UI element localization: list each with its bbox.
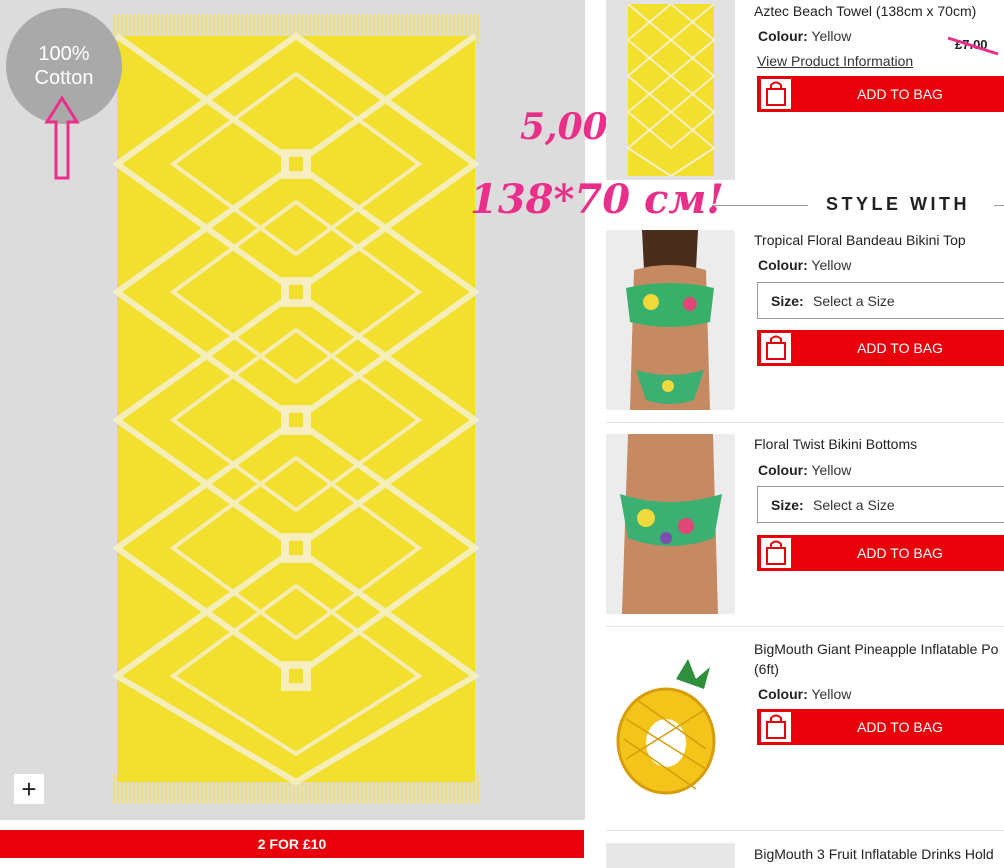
item-divider bbox=[606, 422, 1004, 423]
towel-thumbnail[interactable] bbox=[606, 0, 735, 180]
product-image-panel: 100% Cotton + bbox=[0, 0, 585, 820]
cotton-badge-percent: 100% bbox=[38, 43, 90, 65]
main-product-title[interactable]: Aztec Beach Towel (138cm x 70cm) bbox=[754, 3, 976, 19]
size-annotation: 138*70 см! bbox=[470, 176, 724, 223]
size-value: Select a Size bbox=[813, 293, 895, 309]
colour-value: Yellow bbox=[811, 462, 852, 478]
add-to-bag-label: ADD TO BAG bbox=[857, 545, 943, 561]
strike-through-mark bbox=[947, 36, 999, 56]
price-annotation: 5,00 bbox=[520, 106, 608, 148]
style-item-title[interactable]: Floral Twist Bikini Bottoms bbox=[754, 436, 917, 452]
add-to-bag-label: ADD TO BAG bbox=[857, 86, 943, 102]
view-product-info-link[interactable]: View Product Information bbox=[757, 53, 913, 69]
plus-icon[interactable]: + bbox=[14, 774, 44, 804]
size-select[interactable]: Size: Select a Size bbox=[757, 486, 1004, 523]
item-divider bbox=[606, 830, 1004, 831]
size-select[interactable]: Size: Select a Size bbox=[757, 282, 1004, 319]
add-to-bag-label: ADD TO BAG bbox=[857, 340, 943, 356]
divider-line bbox=[712, 205, 808, 206]
colour-label: Colour: bbox=[758, 28, 808, 44]
add-to-bag-button[interactable]: ADD TO BAG bbox=[757, 76, 1004, 112]
size-label: Size: bbox=[771, 293, 804, 309]
style-item-title[interactable]: BigMouth Giant Pineapple Inflatable Po bbox=[754, 641, 998, 657]
style-item-colour: Colour: Yellow bbox=[758, 257, 851, 273]
aztec-towel-image bbox=[111, 14, 481, 804]
colour-value: Yellow bbox=[811, 28, 852, 44]
arrow-up-icon bbox=[44, 96, 80, 180]
item-divider bbox=[606, 626, 1004, 627]
colour-label: Colour: bbox=[758, 686, 808, 702]
add-to-bag-button[interactable]: ADD TO BAG bbox=[757, 709, 1004, 745]
style-with-heading: STYLE WITH bbox=[826, 194, 970, 214]
drinks-holder-image[interactable] bbox=[606, 843, 735, 868]
style-item-title[interactable]: BigMouth 3 Fruit Inflatable Drinks Hold bbox=[754, 846, 994, 862]
add-to-bag-button[interactable]: ADD TO BAG bbox=[757, 535, 1004, 571]
colour-label: Colour: bbox=[758, 257, 808, 273]
style-item-title[interactable]: Tropical Floral Bandeau Bikini Top bbox=[754, 232, 966, 248]
colour-label: Colour: bbox=[758, 462, 808, 478]
add-to-bag-label: ADD TO BAG bbox=[857, 719, 943, 735]
colour-value: Yellow bbox=[811, 257, 852, 273]
bikini-bottoms-image[interactable] bbox=[606, 434, 735, 614]
bikini-top-image[interactable] bbox=[606, 230, 735, 410]
divider-line bbox=[994, 205, 1004, 206]
size-label: Size: bbox=[771, 497, 804, 513]
style-item-title-line2[interactable]: (6ft) bbox=[754, 661, 779, 677]
pineapple-float-image[interactable] bbox=[606, 639, 735, 819]
size-value: Select a Size bbox=[813, 497, 895, 513]
cotton-badge-label: Cotton bbox=[34, 67, 94, 89]
style-item-colour: Colour: Yellow bbox=[758, 462, 851, 478]
add-to-bag-button[interactable]: ADD TO BAG bbox=[757, 330, 1004, 366]
promo-banner: 2 FOR £10 bbox=[0, 830, 584, 858]
colour-value: Yellow bbox=[811, 686, 852, 702]
main-product-colour: Colour: Yellow bbox=[758, 28, 851, 44]
style-item-colour: Colour: Yellow bbox=[758, 686, 851, 702]
